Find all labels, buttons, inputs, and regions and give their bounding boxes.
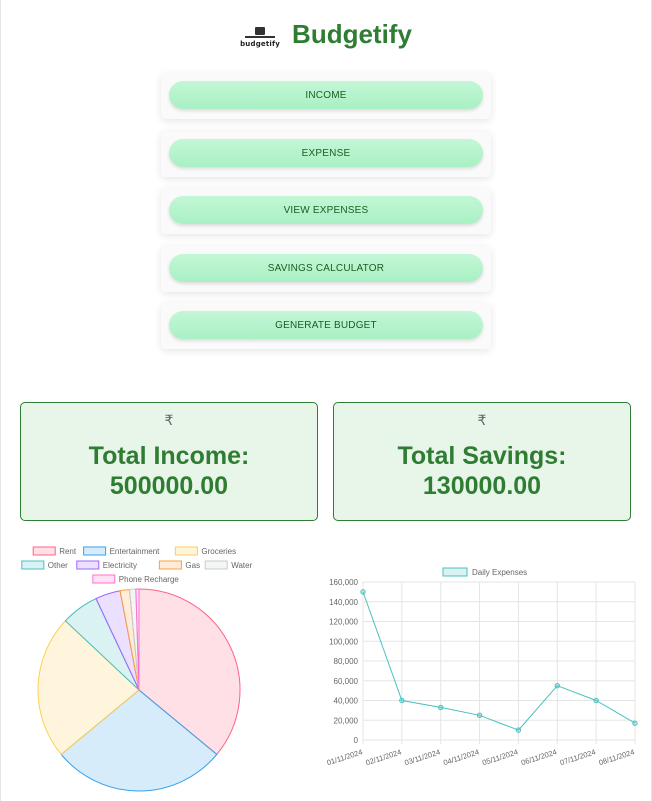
data-point — [554, 682, 560, 689]
savings-calculator-button[interactable]: SAVINGS CALCULATOR — [169, 254, 483, 282]
total-income-card: ₹ Total Income: 500000.00 — [20, 402, 318, 521]
x-tick-label: 01/11/2024 — [326, 747, 364, 767]
total-savings-label: Total Savings: — [397, 442, 567, 470]
x-tick-label: 04/11/2024 — [442, 747, 480, 767]
x-tick-label: 03/11/2024 — [403, 747, 441, 767]
rupee-icon: ₹ — [477, 413, 487, 429]
legend-swatch-entertainment — [83, 546, 107, 556]
menu-card-view-expenses: VIEW EXPENSES — [161, 188, 491, 234]
legend-swatch-other — [21, 560, 45, 570]
x-tick-label: 02/11/2024 — [365, 747, 403, 767]
data-point — [476, 712, 483, 719]
legend-label-other: Other — [48, 561, 68, 570]
legend-swatch-rent — [32, 546, 56, 556]
total-income-label: Total Income: — [88, 442, 250, 470]
legend-swatch-phone-recharge — [92, 574, 116, 584]
rupee-icon: ₹ — [164, 413, 174, 429]
menu-card-expense: EXPENSE — [161, 131, 491, 177]
legend-label-daily-expenses: Daily Expenses — [472, 568, 527, 577]
menu-card-generate-budget: GENERATE BUDGET — [161, 303, 491, 349]
legend-swatch-electricity — [76, 560, 100, 570]
total-savings-card: ₹ Total Savings: 130000.00 — [333, 402, 631, 521]
y-tick-label: 140,000 — [329, 598, 358, 607]
y-tick-label: 0 — [354, 736, 359, 745]
total-savings-value: 130000.00 — [422, 472, 542, 500]
legend-label-entertainment: Entertainment — [110, 547, 161, 556]
x-tick-label: 08/11/2024 — [598, 747, 636, 767]
legend-swatch-daily-expenses — [442, 567, 468, 577]
x-tick-label: 06/11/2024 — [520, 747, 558, 767]
legend-label-gas: Gas — [185, 561, 200, 570]
y-tick-label: 160,000 — [329, 578, 358, 587]
y-tick-label: 20,000 — [334, 716, 359, 725]
data-point — [593, 697, 599, 704]
logo-text: budgetify — [240, 40, 281, 48]
data-point — [632, 720, 638, 726]
daily-expenses-line-chart: Daily Expenses 0 20,000 40,000 60,000 80,000 1… — [326, 567, 638, 767]
data-point — [360, 589, 366, 595]
menu-card-savings-calculator: SAVINGS CALCULATOR — [161, 246, 491, 292]
x-tick-label: 07/11/2024 — [559, 747, 597, 767]
logo-mark-icon — [255, 27, 266, 35]
y-tick-label: 80,000 — [334, 657, 359, 666]
total-income-value: 500000.00 — [109, 472, 229, 500]
legend-label-electricity: Electricity — [103, 561, 137, 570]
view-expenses-button[interactable]: VIEW EXPENSES — [169, 196, 483, 224]
legend-swatch-gas — [158, 560, 182, 570]
y-tick-label: 40,000 — [334, 697, 359, 706]
legend-label-phone-recharge: Phone Recharge — [119, 575, 180, 584]
y-tick-label: 100,000 — [329, 637, 358, 646]
menu-card-income: INCOME — [161, 73, 491, 119]
x-tick-label: 05/11/2024 — [481, 747, 519, 767]
budgetify-logo: budgetify — [240, 20, 281, 48]
legend-swatch-groceries — [174, 546, 198, 556]
data-point — [399, 697, 405, 704]
app-title: Budgetify — [292, 18, 412, 49]
y-tick-label: 60,000 — [334, 677, 359, 686]
expense-button[interactable]: EXPENSE — [169, 139, 483, 167]
y-tick-label: 120,000 — [329, 618, 358, 627]
legend-label-groceries: Groceries — [201, 547, 236, 556]
logo-bar — [245, 36, 276, 38]
data-point — [438, 704, 444, 711]
legend-label-water: Water — [231, 561, 252, 570]
generate-budget-button[interactable]: GENERATE BUDGET — [169, 311, 483, 339]
legend-label-rent: Rent — [59, 547, 77, 556]
data-point — [515, 727, 522, 733]
income-button[interactable]: INCOME — [169, 81, 483, 109]
legend-swatch-water — [204, 560, 228, 570]
expense-category-pie-chart: Rent Entertainment Groceries Other Electrici… — [21, 546, 253, 792]
app-header: budgetify Budgetify — [1, 14, 652, 54]
